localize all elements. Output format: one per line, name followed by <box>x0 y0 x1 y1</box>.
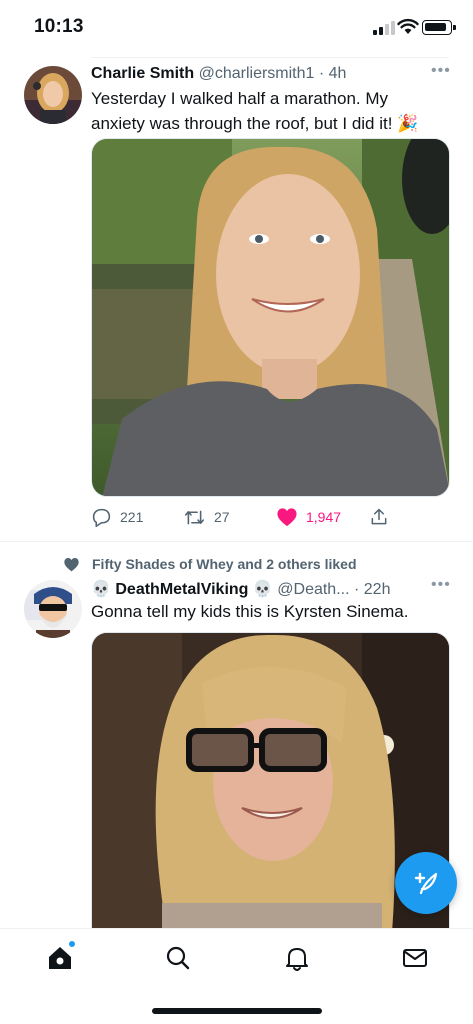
home-icon <box>49 947 71 969</box>
nav-messages[interactable] <box>400 943 430 973</box>
user-handle[interactable]: @charliersmith1 <box>199 65 315 82</box>
retweet-button[interactable]: 27 <box>183 507 230 528</box>
home-indicator[interactable] <box>152 1008 322 1014</box>
tweet-text: Yesterday I walked half a marathon. My a… <box>91 86 461 136</box>
mail-icon <box>403 949 427 967</box>
social-context-text[interactable]: Fifty Shades of Whey and 2 others liked <box>92 556 357 572</box>
notification-dot <box>68 940 76 948</box>
tweet-text: Gonna tell my kids this is Kyrsten Sinem… <box>91 602 409 621</box>
reply-button[interactable]: 221 <box>91 507 143 528</box>
compose-tweet-button[interactable] <box>395 852 457 914</box>
tweet-text-line: anxiety was through the roof, but I did … <box>91 114 419 133</box>
cellular-signal-icon <box>373 21 395 35</box>
retweet-icon <box>184 510 205 524</box>
more-options-icon[interactable]: ••• <box>431 576 451 594</box>
status-time: 10:13 <box>34 16 84 37</box>
retweet-count: 27 <box>214 509 230 525</box>
search-icon <box>166 946 190 970</box>
display-name[interactable]: Charlie Smith <box>91 65 194 82</box>
wifi-icon <box>397 18 419 34</box>
tweet-header: Charlie Smith @charliersmith1 · 4h <box>91 65 347 82</box>
battery-icon <box>422 20 456 35</box>
heart-icon <box>64 557 79 571</box>
tweet-text-line: Yesterday I walked half a marathon. My <box>91 89 389 108</box>
tweet-time[interactable]: 4h <box>329 65 347 82</box>
reply-icon <box>92 508 111 527</box>
like-count: 1,947 <box>306 509 342 525</box>
compose-tweet-icon <box>414 872 438 895</box>
tweet-actions: 221 27 1,947 <box>91 506 450 528</box>
more-options-icon[interactable]: ••• <box>431 62 451 80</box>
user-handle[interactable]: @Death... <box>277 581 349 598</box>
tweet-time[interactable]: 22h <box>364 581 391 598</box>
nav-home[interactable] <box>45 940 76 973</box>
nav-notifications[interactable] <box>282 943 312 973</box>
avatar[interactable] <box>24 66 82 124</box>
social-context: Fifty Shades of Whey and 2 others liked <box>63 556 357 572</box>
bell-icon <box>286 947 308 971</box>
tweet-photo-selfie[interactable] <box>91 138 450 497</box>
status-bar: 10:13 <box>0 0 473 56</box>
nav-search[interactable] <box>163 943 193 973</box>
like-button[interactable]: 1,947 <box>276 507 341 527</box>
tweet-header: 💀 DeathMetalViking 💀 @Death... · 22h <box>91 581 391 598</box>
share-button[interactable] <box>369 506 389 528</box>
tweet-divider <box>0 541 473 542</box>
avatar[interactable] <box>24 580 82 638</box>
heart-icon <box>277 508 297 527</box>
reply-count: 221 <box>120 509 144 525</box>
display-name[interactable]: 💀 DeathMetalViking 💀 <box>91 581 273 598</box>
top-divider <box>91 57 449 58</box>
share-icon <box>371 508 387 525</box>
